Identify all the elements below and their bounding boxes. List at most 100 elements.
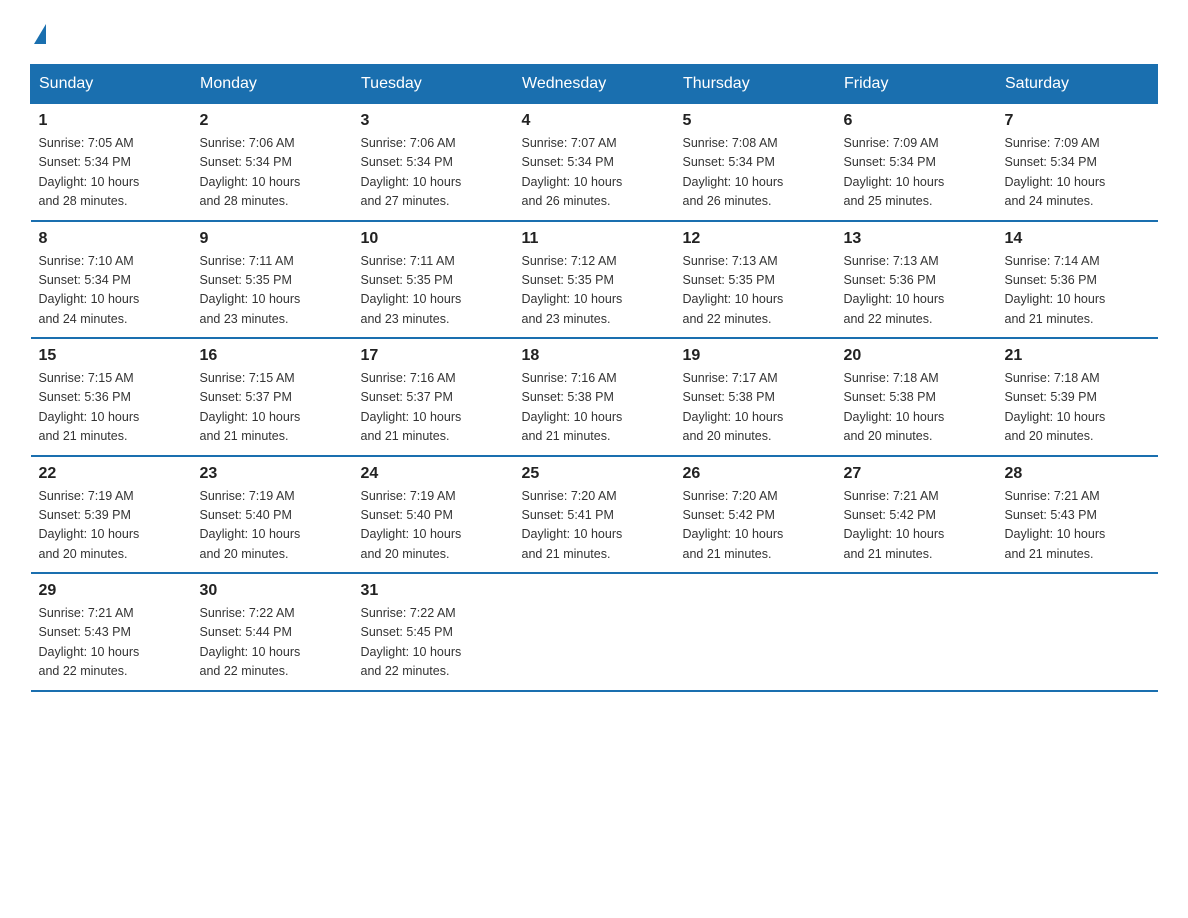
day-header-sunday: Sunday (31, 65, 192, 104)
day-number: 13 (844, 230, 989, 248)
calendar-cell: 30 Sunrise: 7:22 AM Sunset: 5:44 PM Dayl… (192, 573, 353, 691)
day-number: 30 (200, 582, 345, 600)
day-info: Sunrise: 7:20 AM Sunset: 5:42 PM Dayligh… (683, 487, 828, 565)
calendar-week-row: 22 Sunrise: 7:19 AM Sunset: 5:39 PM Dayl… (31, 456, 1158, 574)
day-number: 10 (361, 230, 506, 248)
day-number: 18 (522, 347, 667, 365)
calendar-cell: 16 Sunrise: 7:15 AM Sunset: 5:37 PM Dayl… (192, 338, 353, 456)
day-info: Sunrise: 7:18 AM Sunset: 5:39 PM Dayligh… (1005, 369, 1150, 447)
calendar-cell: 26 Sunrise: 7:20 AM Sunset: 5:42 PM Dayl… (675, 456, 836, 574)
day-info: Sunrise: 7:12 AM Sunset: 5:35 PM Dayligh… (522, 252, 667, 330)
day-number: 9 (200, 230, 345, 248)
calendar-cell: 1 Sunrise: 7:05 AM Sunset: 5:34 PM Dayli… (31, 104, 192, 221)
day-info: Sunrise: 7:06 AM Sunset: 5:34 PM Dayligh… (200, 134, 345, 212)
calendar-cell: 12 Sunrise: 7:13 AM Sunset: 5:35 PM Dayl… (675, 221, 836, 339)
day-info: Sunrise: 7:08 AM Sunset: 5:34 PM Dayligh… (683, 134, 828, 212)
calendar-cell: 8 Sunrise: 7:10 AM Sunset: 5:34 PM Dayli… (31, 221, 192, 339)
day-number: 2 (200, 112, 345, 130)
day-number: 3 (361, 112, 506, 130)
calendar-cell: 13 Sunrise: 7:13 AM Sunset: 5:36 PM Dayl… (836, 221, 997, 339)
day-info: Sunrise: 7:09 AM Sunset: 5:34 PM Dayligh… (1005, 134, 1150, 212)
calendar-cell: 27 Sunrise: 7:21 AM Sunset: 5:42 PM Dayl… (836, 456, 997, 574)
day-number: 25 (522, 465, 667, 483)
day-info: Sunrise: 7:07 AM Sunset: 5:34 PM Dayligh… (522, 134, 667, 212)
calendar-cell: 22 Sunrise: 7:19 AM Sunset: 5:39 PM Dayl… (31, 456, 192, 574)
day-number: 20 (844, 347, 989, 365)
day-info: Sunrise: 7:09 AM Sunset: 5:34 PM Dayligh… (844, 134, 989, 212)
calendar-cell: 19 Sunrise: 7:17 AM Sunset: 5:38 PM Dayl… (675, 338, 836, 456)
calendar-cell: 24 Sunrise: 7:19 AM Sunset: 5:40 PM Dayl… (353, 456, 514, 574)
day-info: Sunrise: 7:16 AM Sunset: 5:38 PM Dayligh… (522, 369, 667, 447)
calendar-week-row: 29 Sunrise: 7:21 AM Sunset: 5:43 PM Dayl… (31, 573, 1158, 691)
calendar-cell: 5 Sunrise: 7:08 AM Sunset: 5:34 PM Dayli… (675, 104, 836, 221)
day-header-monday: Monday (192, 65, 353, 104)
day-info: Sunrise: 7:19 AM Sunset: 5:40 PM Dayligh… (361, 487, 506, 565)
day-info: Sunrise: 7:05 AM Sunset: 5:34 PM Dayligh… (39, 134, 184, 212)
day-number: 4 (522, 112, 667, 130)
day-number: 6 (844, 112, 989, 130)
calendar-cell (675, 573, 836, 691)
day-header-wednesday: Wednesday (514, 65, 675, 104)
calendar-week-row: 1 Sunrise: 7:05 AM Sunset: 5:34 PM Dayli… (31, 104, 1158, 221)
calendar-cell: 29 Sunrise: 7:21 AM Sunset: 5:43 PM Dayl… (31, 573, 192, 691)
day-number: 11 (522, 230, 667, 248)
calendar-week-row: 8 Sunrise: 7:10 AM Sunset: 5:34 PM Dayli… (31, 221, 1158, 339)
calendar-cell (514, 573, 675, 691)
day-number: 17 (361, 347, 506, 365)
calendar-cell: 20 Sunrise: 7:18 AM Sunset: 5:38 PM Dayl… (836, 338, 997, 456)
page-header (30, 20, 1158, 44)
logo-triangle-icon (34, 24, 46, 44)
day-header-thursday: Thursday (675, 65, 836, 104)
day-info: Sunrise: 7:13 AM Sunset: 5:35 PM Dayligh… (683, 252, 828, 330)
day-number: 22 (39, 465, 184, 483)
calendar-cell: 18 Sunrise: 7:16 AM Sunset: 5:38 PM Dayl… (514, 338, 675, 456)
day-number: 28 (1005, 465, 1150, 483)
calendar-cell: 9 Sunrise: 7:11 AM Sunset: 5:35 PM Dayli… (192, 221, 353, 339)
day-info: Sunrise: 7:20 AM Sunset: 5:41 PM Dayligh… (522, 487, 667, 565)
day-info: Sunrise: 7:11 AM Sunset: 5:35 PM Dayligh… (361, 252, 506, 330)
day-info: Sunrise: 7:06 AM Sunset: 5:34 PM Dayligh… (361, 134, 506, 212)
calendar-cell (997, 573, 1158, 691)
calendar-body: 1 Sunrise: 7:05 AM Sunset: 5:34 PM Dayli… (31, 104, 1158, 691)
day-info: Sunrise: 7:22 AM Sunset: 5:45 PM Dayligh… (361, 604, 506, 682)
day-number: 19 (683, 347, 828, 365)
day-number: 27 (844, 465, 989, 483)
day-info: Sunrise: 7:13 AM Sunset: 5:36 PM Dayligh… (844, 252, 989, 330)
day-number: 15 (39, 347, 184, 365)
day-header-row: SundayMondayTuesdayWednesdayThursdayFrid… (31, 65, 1158, 104)
day-header-tuesday: Tuesday (353, 65, 514, 104)
day-info: Sunrise: 7:19 AM Sunset: 5:39 PM Dayligh… (39, 487, 184, 565)
day-number: 31 (361, 582, 506, 600)
day-info: Sunrise: 7:17 AM Sunset: 5:38 PM Dayligh… (683, 369, 828, 447)
calendar-cell: 25 Sunrise: 7:20 AM Sunset: 5:41 PM Dayl… (514, 456, 675, 574)
calendar-cell: 28 Sunrise: 7:21 AM Sunset: 5:43 PM Dayl… (997, 456, 1158, 574)
day-info: Sunrise: 7:14 AM Sunset: 5:36 PM Dayligh… (1005, 252, 1150, 330)
calendar-cell: 31 Sunrise: 7:22 AM Sunset: 5:45 PM Dayl… (353, 573, 514, 691)
calendar-cell: 7 Sunrise: 7:09 AM Sunset: 5:34 PM Dayli… (997, 104, 1158, 221)
day-info: Sunrise: 7:21 AM Sunset: 5:43 PM Dayligh… (1005, 487, 1150, 565)
calendar-cell: 6 Sunrise: 7:09 AM Sunset: 5:34 PM Dayli… (836, 104, 997, 221)
calendar-cell: 3 Sunrise: 7:06 AM Sunset: 5:34 PM Dayli… (353, 104, 514, 221)
day-info: Sunrise: 7:18 AM Sunset: 5:38 PM Dayligh… (844, 369, 989, 447)
calendar-cell: 17 Sunrise: 7:16 AM Sunset: 5:37 PM Dayl… (353, 338, 514, 456)
day-number: 8 (39, 230, 184, 248)
day-info: Sunrise: 7:21 AM Sunset: 5:43 PM Dayligh… (39, 604, 184, 682)
calendar-cell: 11 Sunrise: 7:12 AM Sunset: 5:35 PM Dayl… (514, 221, 675, 339)
day-info: Sunrise: 7:21 AM Sunset: 5:42 PM Dayligh… (844, 487, 989, 565)
day-number: 12 (683, 230, 828, 248)
calendar-cell: 4 Sunrise: 7:07 AM Sunset: 5:34 PM Dayli… (514, 104, 675, 221)
day-number: 29 (39, 582, 184, 600)
day-info: Sunrise: 7:22 AM Sunset: 5:44 PM Dayligh… (200, 604, 345, 682)
calendar-cell: 15 Sunrise: 7:15 AM Sunset: 5:36 PM Dayl… (31, 338, 192, 456)
calendar-cell: 23 Sunrise: 7:19 AM Sunset: 5:40 PM Dayl… (192, 456, 353, 574)
day-info: Sunrise: 7:19 AM Sunset: 5:40 PM Dayligh… (200, 487, 345, 565)
day-info: Sunrise: 7:15 AM Sunset: 5:36 PM Dayligh… (39, 369, 184, 447)
day-number: 23 (200, 465, 345, 483)
day-info: Sunrise: 7:10 AM Sunset: 5:34 PM Dayligh… (39, 252, 184, 330)
day-number: 24 (361, 465, 506, 483)
day-header-saturday: Saturday (997, 65, 1158, 104)
day-number: 26 (683, 465, 828, 483)
day-info: Sunrise: 7:15 AM Sunset: 5:37 PM Dayligh… (200, 369, 345, 447)
calendar-cell: 10 Sunrise: 7:11 AM Sunset: 5:35 PM Dayl… (353, 221, 514, 339)
day-info: Sunrise: 7:16 AM Sunset: 5:37 PM Dayligh… (361, 369, 506, 447)
